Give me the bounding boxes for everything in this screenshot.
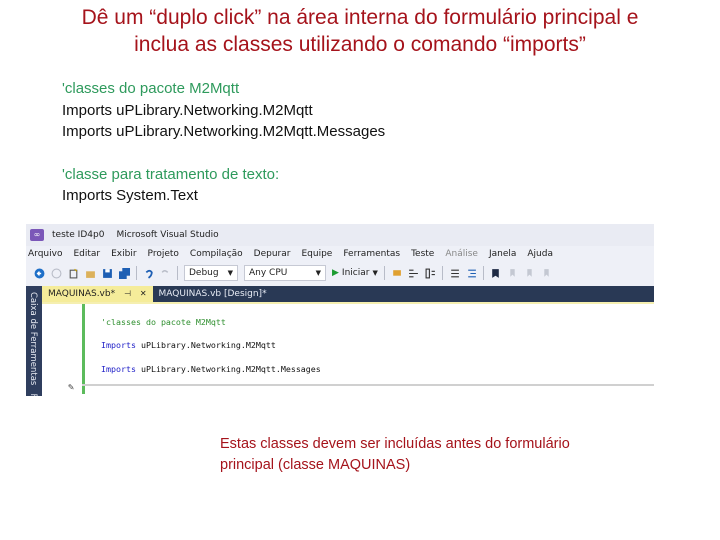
snippet-import-1: Imports uPLibrary.Networking.M2Mqtt [62,101,313,119]
tab-maquinas-design[interactable]: MAQUINAS.vb [Design]* [153,286,273,302]
document-tabs: MAQUINAS.vb* ⊣ ✕ MAQUINAS.vb [Design]* [42,286,654,304]
title-line-1: Dê um “duplo click” na área interna do f… [81,6,639,29]
redo-icon[interactable] [160,268,171,279]
toolbar-separator [383,266,385,280]
undo-icon[interactable] [143,268,154,279]
visual-studio-logo-icon: ∞ [30,229,44,241]
code-editor[interactable]: MAQUINAS.vb* ⊣ ✕ MAQUINAS.vb [Design]* '… [42,286,654,396]
note-line-1: Estas classes devem ser incluídas antes … [220,436,570,452]
vs-titlebar: ∞ teste ID4p0 Microsoft Visual Studio [26,224,654,246]
app-name: Microsoft Visual Studio [116,230,219,240]
toolbar-separator [136,266,137,280]
snippet-import-2: Imports uPLibrary.Networking.M2Mqtt.Mess… [62,123,386,140]
start-label: Iniciar [341,268,370,278]
slide-title: Dê um “duplo click” na área interna do f… [0,4,720,58]
note-line-2: principal (classe MAQUINAS) [220,457,411,473]
menu-editar[interactable]: Editar [71,249,102,259]
tab-maquinas-vb[interactable]: MAQUINAS.vb* ⊣ ✕ [42,286,153,302]
start-button[interactable]: ▶ Iniciar ▼ [332,268,378,278]
vs-toolbar: Debug ▼ Any CPU ▼ ▶ Iniciar ▼ [26,262,654,284]
change-indicator [82,304,85,394]
step-into-icon[interactable] [408,268,419,279]
explanation-note: Estas classes devem ser incluídas antes … [220,434,570,476]
chevron-down-icon: ▼ [315,269,321,277]
menu-analise[interactable]: Análise [443,249,480,259]
menu-equipe[interactable]: Equipe [299,249,334,259]
code-area[interactable]: 'classes do pacote M2Mqtt Imports uPLibr… [42,304,654,396]
vs-menubar: Arquivo Editar Exibir Projeto Compilação… [26,246,654,262]
back-icon[interactable] [34,268,45,279]
vs-body: Caixa de Ferramentas Fon MAQUINAS.vb* ⊣ … [26,286,654,396]
configuration-value: Debug [189,268,219,278]
menu-projeto[interactable]: Projeto [146,249,181,259]
toolbar-separator [177,266,178,280]
forward-icon[interactable] [51,268,62,279]
toolbox-label[interactable]: Caixa de Ferramentas Fon [28,292,38,396]
prev-bookmark-icon[interactable] [507,268,518,279]
chevron-down-icon: ▼ [372,269,378,277]
comment-lines-icon[interactable] [449,268,460,279]
snippet-import-3: Imports System.Text [62,187,198,204]
save-all-icon[interactable] [119,267,130,279]
menu-teste[interactable]: Teste [409,249,436,259]
uncomment-lines-icon[interactable] [466,268,477,279]
align-icon[interactable] [425,268,436,279]
snippet-comment-1: 'classes do pacote M2Mqtt [62,80,240,97]
horizontal-scrollbar[interactable] [82,384,654,386]
visual-studio-screenshot: ∞ teste ID4p0 Microsoft Visual Studio Ar… [26,224,654,396]
menu-janela[interactable]: Janela [487,249,518,259]
title-line-2: inclua as classes utilizando o comando “… [134,33,586,56]
next-bookmark-icon[interactable] [524,268,535,279]
toolbar-separator [482,266,484,280]
code-line: Imports uPLibrary.Networking.M2Mqtt.Mess… [101,363,321,374]
clear-bookmarks-icon[interactable] [541,268,552,279]
code-line: 'classes do pacote M2Mqtt [101,316,226,327]
pin-icon[interactable]: ⊣ [124,289,131,298]
code-lines[interactable]: 'classes do pacote M2Mqtt Imports uPLibr… [101,305,321,396]
project-name: teste ID4p0 [52,230,105,240]
menu-ajuda[interactable]: Ajuda [525,249,555,259]
new-project-icon[interactable] [68,268,79,279]
code-snippet: 'classes do pacote M2Mqtt Imports uPLibr… [62,78,385,207]
platform-value: Any CPU [249,268,288,278]
bookmark-icon[interactable] [490,268,501,279]
toolbox-panel[interactable]: Caixa de Ferramentas Fon [26,286,42,396]
save-icon[interactable] [102,268,113,279]
code-line: Imports uPLibrary.Networking.M2Mqtt [101,340,276,351]
configuration-select[interactable]: Debug ▼ [184,265,238,281]
toolbar-separator [441,266,443,280]
open-folder-icon[interactable] [85,268,96,279]
menu-ferramentas[interactable]: Ferramentas [341,249,402,259]
browser-link-icon[interactable] [391,268,402,279]
play-icon: ▶ [332,268,339,278]
snippet-comment-2: 'classe para tratamento de texto: [62,165,280,183]
edit-pencil-icon: ✎ [68,382,75,394]
menu-compilacao[interactable]: Compilação [188,249,245,259]
close-icon[interactable]: ✕ [140,289,147,298]
menu-depurar[interactable]: Depurar [252,249,293,259]
chevron-down-icon: ▼ [227,269,233,277]
menu-arquivo[interactable]: Arquivo [26,249,64,259]
menu-exibir[interactable]: Exibir [109,249,138,259]
platform-select[interactable]: Any CPU ▼ [244,265,326,281]
